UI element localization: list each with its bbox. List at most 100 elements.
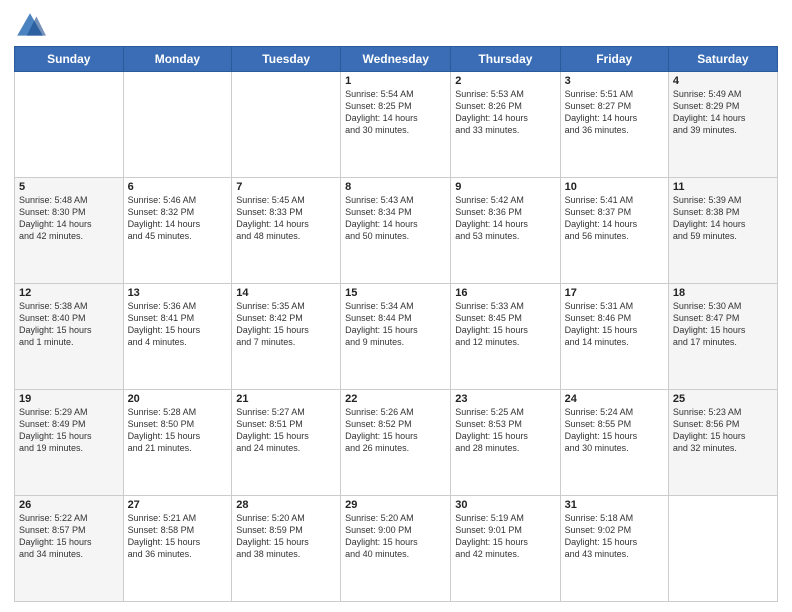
day-info: Sunrise: 5:36 AM Sunset: 8:41 PM Dayligh… (128, 300, 228, 349)
calendar-cell: 25Sunrise: 5:23 AM Sunset: 8:56 PM Dayli… (668, 390, 777, 496)
day-info: Sunrise: 5:20 AM Sunset: 9:00 PM Dayligh… (345, 512, 446, 561)
calendar-cell: 17Sunrise: 5:31 AM Sunset: 8:46 PM Dayli… (560, 284, 668, 390)
weekday-header-saturday: Saturday (668, 47, 777, 72)
day-info: Sunrise: 5:29 AM Sunset: 8:49 PM Dayligh… (19, 406, 119, 455)
calendar-cell: 5Sunrise: 5:48 AM Sunset: 8:30 PM Daylig… (15, 178, 124, 284)
calendar-cell: 11Sunrise: 5:39 AM Sunset: 8:38 PM Dayli… (668, 178, 777, 284)
day-info: Sunrise: 5:39 AM Sunset: 8:38 PM Dayligh… (673, 194, 773, 243)
day-info: Sunrise: 5:53 AM Sunset: 8:26 PM Dayligh… (455, 88, 555, 137)
calendar-cell: 6Sunrise: 5:46 AM Sunset: 8:32 PM Daylig… (123, 178, 232, 284)
calendar-cell: 29Sunrise: 5:20 AM Sunset: 9:00 PM Dayli… (341, 496, 451, 602)
calendar-cell (15, 72, 124, 178)
calendar-cell: 20Sunrise: 5:28 AM Sunset: 8:50 PM Dayli… (123, 390, 232, 496)
calendar-table: SundayMondayTuesdayWednesdayThursdayFrid… (14, 46, 778, 602)
day-info: Sunrise: 5:18 AM Sunset: 9:02 PM Dayligh… (565, 512, 664, 561)
day-info: Sunrise: 5:49 AM Sunset: 8:29 PM Dayligh… (673, 88, 773, 137)
weekday-header-wednesday: Wednesday (341, 47, 451, 72)
day-info: Sunrise: 5:42 AM Sunset: 8:36 PM Dayligh… (455, 194, 555, 243)
day-number: 28 (236, 499, 336, 511)
weekday-header-sunday: Sunday (15, 47, 124, 72)
day-number: 22 (345, 393, 446, 405)
day-info: Sunrise: 5:45 AM Sunset: 8:33 PM Dayligh… (236, 194, 336, 243)
day-info: Sunrise: 5:28 AM Sunset: 8:50 PM Dayligh… (128, 406, 228, 455)
calendar-cell: 23Sunrise: 5:25 AM Sunset: 8:53 PM Dayli… (451, 390, 560, 496)
day-number: 20 (128, 393, 228, 405)
day-number: 26 (19, 499, 119, 511)
day-info: Sunrise: 5:24 AM Sunset: 8:55 PM Dayligh… (565, 406, 664, 455)
day-number: 14 (236, 287, 336, 299)
day-info: Sunrise: 5:23 AM Sunset: 8:56 PM Dayligh… (673, 406, 773, 455)
weekday-header-friday: Friday (560, 47, 668, 72)
weekday-header-thursday: Thursday (451, 47, 560, 72)
calendar-cell: 2Sunrise: 5:53 AM Sunset: 8:26 PM Daylig… (451, 72, 560, 178)
day-info: Sunrise: 5:41 AM Sunset: 8:37 PM Dayligh… (565, 194, 664, 243)
calendar-cell: 18Sunrise: 5:30 AM Sunset: 8:47 PM Dayli… (668, 284, 777, 390)
day-number: 13 (128, 287, 228, 299)
logo (14, 10, 50, 42)
day-number: 8 (345, 181, 446, 193)
day-number: 16 (455, 287, 555, 299)
day-info: Sunrise: 5:35 AM Sunset: 8:42 PM Dayligh… (236, 300, 336, 349)
calendar-week-2: 5Sunrise: 5:48 AM Sunset: 8:30 PM Daylig… (15, 178, 778, 284)
calendar-cell: 26Sunrise: 5:22 AM Sunset: 8:57 PM Dayli… (15, 496, 124, 602)
day-number: 12 (19, 287, 119, 299)
logo-icon (14, 10, 46, 42)
day-info: Sunrise: 5:19 AM Sunset: 9:01 PM Dayligh… (455, 512, 555, 561)
calendar-cell: 27Sunrise: 5:21 AM Sunset: 8:58 PM Dayli… (123, 496, 232, 602)
day-number: 25 (673, 393, 773, 405)
calendar-week-4: 19Sunrise: 5:29 AM Sunset: 8:49 PM Dayli… (15, 390, 778, 496)
day-number: 17 (565, 287, 664, 299)
weekday-header-monday: Monday (123, 47, 232, 72)
day-info: Sunrise: 5:48 AM Sunset: 8:30 PM Dayligh… (19, 194, 119, 243)
day-number: 9 (455, 181, 555, 193)
day-info: Sunrise: 5:54 AM Sunset: 8:25 PM Dayligh… (345, 88, 446, 137)
day-number: 31 (565, 499, 664, 511)
calendar-week-3: 12Sunrise: 5:38 AM Sunset: 8:40 PM Dayli… (15, 284, 778, 390)
calendar-cell (232, 72, 341, 178)
day-number: 18 (673, 287, 773, 299)
day-number: 3 (565, 75, 664, 87)
calendar-cell: 8Sunrise: 5:43 AM Sunset: 8:34 PM Daylig… (341, 178, 451, 284)
day-number: 5 (19, 181, 119, 193)
calendar-cell: 1Sunrise: 5:54 AM Sunset: 8:25 PM Daylig… (341, 72, 451, 178)
day-number: 19 (19, 393, 119, 405)
day-number: 6 (128, 181, 228, 193)
calendar-cell (123, 72, 232, 178)
calendar-cell: 12Sunrise: 5:38 AM Sunset: 8:40 PM Dayli… (15, 284, 124, 390)
day-number: 15 (345, 287, 446, 299)
calendar-cell: 10Sunrise: 5:41 AM Sunset: 8:37 PM Dayli… (560, 178, 668, 284)
calendar-cell: 19Sunrise: 5:29 AM Sunset: 8:49 PM Dayli… (15, 390, 124, 496)
day-info: Sunrise: 5:26 AM Sunset: 8:52 PM Dayligh… (345, 406, 446, 455)
day-info: Sunrise: 5:34 AM Sunset: 8:44 PM Dayligh… (345, 300, 446, 349)
calendar-cell (668, 496, 777, 602)
day-number: 21 (236, 393, 336, 405)
day-info: Sunrise: 5:43 AM Sunset: 8:34 PM Dayligh… (345, 194, 446, 243)
day-info: Sunrise: 5:21 AM Sunset: 8:58 PM Dayligh… (128, 512, 228, 561)
day-info: Sunrise: 5:33 AM Sunset: 8:45 PM Dayligh… (455, 300, 555, 349)
calendar-cell: 28Sunrise: 5:20 AM Sunset: 8:59 PM Dayli… (232, 496, 341, 602)
weekday-header-row: SundayMondayTuesdayWednesdayThursdayFrid… (15, 47, 778, 72)
day-number: 23 (455, 393, 555, 405)
day-info: Sunrise: 5:46 AM Sunset: 8:32 PM Dayligh… (128, 194, 228, 243)
day-number: 29 (345, 499, 446, 511)
day-number: 2 (455, 75, 555, 87)
day-number: 11 (673, 181, 773, 193)
day-info: Sunrise: 5:27 AM Sunset: 8:51 PM Dayligh… (236, 406, 336, 455)
calendar-cell: 16Sunrise: 5:33 AM Sunset: 8:45 PM Dayli… (451, 284, 560, 390)
calendar-week-5: 26Sunrise: 5:22 AM Sunset: 8:57 PM Dayli… (15, 496, 778, 602)
day-number: 1 (345, 75, 446, 87)
calendar-cell: 7Sunrise: 5:45 AM Sunset: 8:33 PM Daylig… (232, 178, 341, 284)
day-info: Sunrise: 5:20 AM Sunset: 8:59 PM Dayligh… (236, 512, 336, 561)
day-number: 7 (236, 181, 336, 193)
calendar-week-1: 1Sunrise: 5:54 AM Sunset: 8:25 PM Daylig… (15, 72, 778, 178)
header (14, 10, 778, 42)
day-info: Sunrise: 5:31 AM Sunset: 8:46 PM Dayligh… (565, 300, 664, 349)
calendar-cell: 30Sunrise: 5:19 AM Sunset: 9:01 PM Dayli… (451, 496, 560, 602)
calendar-cell: 13Sunrise: 5:36 AM Sunset: 8:41 PM Dayli… (123, 284, 232, 390)
page: SundayMondayTuesdayWednesdayThursdayFrid… (0, 0, 792, 612)
day-number: 24 (565, 393, 664, 405)
day-number: 10 (565, 181, 664, 193)
calendar-cell: 15Sunrise: 5:34 AM Sunset: 8:44 PM Dayli… (341, 284, 451, 390)
day-number: 30 (455, 499, 555, 511)
calendar-cell: 21Sunrise: 5:27 AM Sunset: 8:51 PM Dayli… (232, 390, 341, 496)
